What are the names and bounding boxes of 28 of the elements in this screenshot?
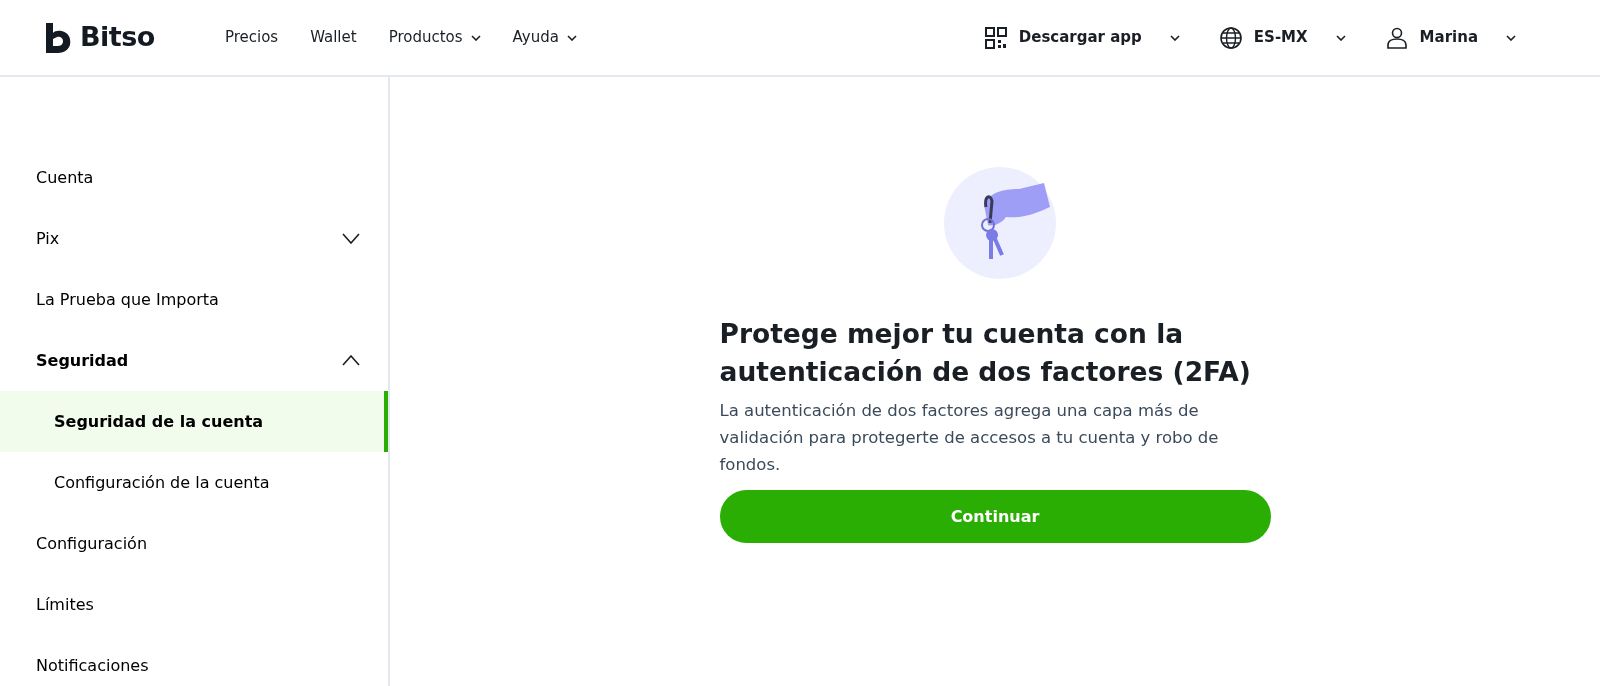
qr-code-icon: [984, 26, 1007, 49]
sidebar-item[interactable]: Notificaciones: [0, 635, 388, 686]
sidebar-subitem[interactable]: Seguridad de la cuenta: [0, 391, 388, 452]
description-text: La autenticación de dos factores agrega una capa más de validación para protegerte de accesos a tu cuenta y robo de fondos.: [719, 400, 1220, 476]
nav-link[interactable]: Wallet: [310, 26, 357, 49]
page-heading: Protege mejor tu cuenta con la autenticación de dos factores (2FA): [719, 317, 1252, 389]
sidebar-item[interactable]: Pix: [0, 208, 388, 269]
sidebar-item[interactable]: Seguridad: [0, 330, 388, 391]
header-menu-button[interactable]: Marina: [1385, 26, 1516, 49]
logo-text[interactable]: Bitso: [80, 17, 155, 58]
nav-link[interactable]: Precios: [224, 26, 279, 49]
nav-link[interactable]: Productos: [388, 26, 481, 49]
header-menu-button[interactable]: ES-MX: [1219, 26, 1346, 49]
sidebar-item[interactable]: Cuenta: [0, 147, 388, 208]
logo-icon: [44, 22, 72, 53]
user-icon: [1385, 26, 1408, 49]
sidebar-item[interactable]: Límites: [0, 574, 388, 635]
caret-icon: [566, 34, 577, 41]
sidebar-item[interactable]: La Prueba que Importa: [0, 269, 388, 330]
caret-icon: [1335, 34, 1346, 41]
globe-icon: [1219, 26, 1242, 49]
caret-icon: [1169, 34, 1180, 41]
sidebar-item[interactable]: Configuración: [0, 513, 388, 574]
header-menu-button[interactable]: Descargar app: [984, 26, 1180, 49]
nav-link[interactable]: Ayuda: [512, 26, 577, 49]
caret-icon: [1506, 34, 1516, 41]
sidebar-subitem[interactable]: Configuración de la cuenta: [0, 452, 388, 513]
caret-icon: [470, 34, 481, 41]
